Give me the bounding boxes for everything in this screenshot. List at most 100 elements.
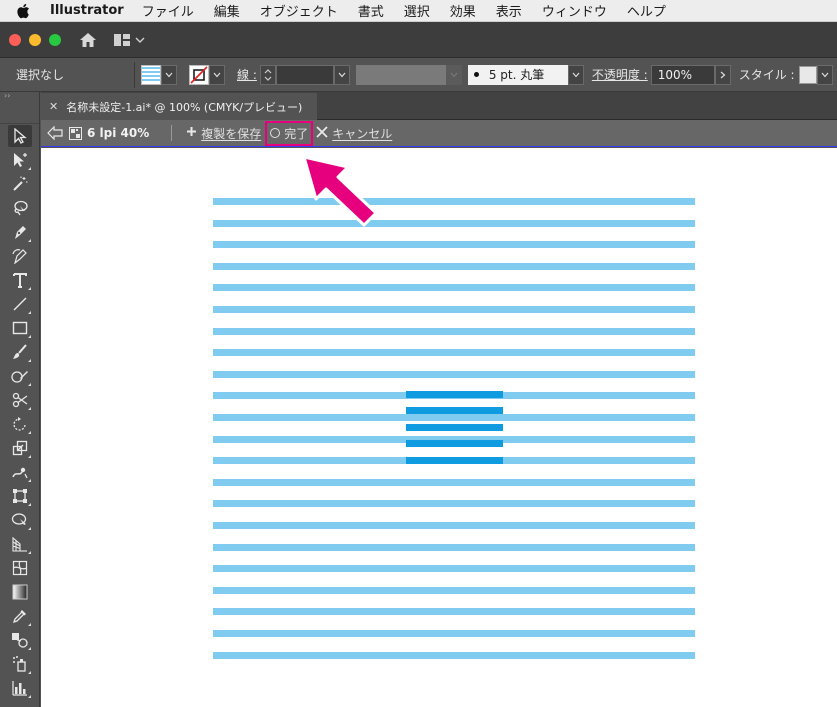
type-tool[interactable] xyxy=(8,269,32,291)
brush-dot-icon xyxy=(473,72,479,77)
menu-window[interactable]: ウィンドウ xyxy=(542,1,607,20)
eyedropper-tool[interactable] xyxy=(8,605,32,627)
app-menu-illustrator[interactable]: Illustrator xyxy=(50,3,124,18)
opacity-input[interactable]: 100% xyxy=(650,64,715,85)
curvature-tool[interactable] xyxy=(8,245,32,267)
apple-icon[interactable] xyxy=(16,3,36,19)
tool-group-indicator xyxy=(28,671,31,674)
stroke-dropdown-button[interactable] xyxy=(209,64,225,85)
minimize-window-button[interactable] xyxy=(29,33,41,46)
done-label: 完了 xyxy=(284,126,309,141)
close-icon xyxy=(316,125,328,141)
menu-file[interactable]: ファイル xyxy=(142,1,194,20)
chevron-down-icon xyxy=(213,72,221,77)
stroke-swatch[interactable] xyxy=(189,64,209,85)
menu-effect[interactable]: 効果 xyxy=(450,1,476,20)
graphic-style-swatch[interactable] xyxy=(798,65,817,84)
menu-edit[interactable]: 編集 xyxy=(214,1,240,20)
brush-dropdown[interactable] xyxy=(567,64,584,85)
line-segment-icon xyxy=(13,297,27,311)
tool-group-indicator xyxy=(28,407,31,410)
menu-help[interactable]: ヘルプ xyxy=(627,1,666,20)
menu-select[interactable]: 選択 xyxy=(404,1,430,20)
free-transform-tool[interactable] xyxy=(8,485,32,507)
tool-group-indicator xyxy=(28,335,31,338)
done-button[interactable]: 完了 xyxy=(265,120,314,146)
gradient-icon xyxy=(12,584,28,600)
menu-object[interactable]: オブジェクト xyxy=(260,1,338,20)
stroke-weight-label[interactable]: 線 : xyxy=(237,66,257,83)
column-graph-icon xyxy=(12,681,27,696)
symbol-sprayer-icon xyxy=(13,656,26,672)
pattern-stripe xyxy=(213,543,695,551)
rotate-tool[interactable] xyxy=(8,413,32,435)
column-graph-tool[interactable] xyxy=(8,677,32,699)
shaper-tool[interactable] xyxy=(8,365,32,387)
symbol-sprayer-tool[interactable] xyxy=(8,653,32,675)
magic-wand-icon xyxy=(13,176,28,191)
paintbrush-tool[interactable] xyxy=(8,341,32,363)
pattern-editing-bar: 6 lpi 40% 複製を保存 完了 キャンセル xyxy=(41,120,837,147)
fill-swatch[interactable] xyxy=(141,64,161,85)
chevron-down-icon xyxy=(135,37,145,43)
direct-selection-tool[interactable] xyxy=(8,149,32,171)
chevron-down-icon xyxy=(338,72,346,77)
stroke-weight-stepper[interactable] xyxy=(259,64,276,85)
line-segment-tool[interactable] xyxy=(8,293,32,315)
pattern-stripe xyxy=(213,565,695,573)
shaper-icon xyxy=(11,371,28,383)
pattern-swatch-icon xyxy=(69,126,82,140)
artboard-canvas[interactable] xyxy=(41,148,837,707)
pattern-stripe xyxy=(213,586,695,594)
variable-width-dropdown[interactable] xyxy=(445,64,462,85)
lasso-tool[interactable] xyxy=(8,197,32,219)
opacity-slider-button[interactable] xyxy=(714,64,731,85)
tool-group-indicator xyxy=(28,623,31,626)
close-window-button[interactable] xyxy=(9,33,21,46)
blend-tool[interactable] xyxy=(8,629,32,651)
close-tab-icon[interactable]: ✕ xyxy=(49,100,58,113)
selection-arrow-icon xyxy=(14,128,27,144)
perspective-grid-tool[interactable] xyxy=(8,533,32,555)
cancel-button[interactable]: キャンセル xyxy=(316,125,392,142)
brush-definition-field[interactable]: 5 pt. 丸筆 xyxy=(467,64,568,85)
rectangle-tool[interactable] xyxy=(8,317,32,339)
pattern-stripe xyxy=(213,370,695,378)
tool-group-indicator xyxy=(28,359,31,362)
selection-tool[interactable] xyxy=(8,125,32,147)
pattern-stripe xyxy=(213,262,695,270)
mesh-tool[interactable] xyxy=(8,557,32,579)
scale-tool[interactable] xyxy=(8,437,32,459)
stroke-weight-dropdown[interactable] xyxy=(333,64,350,85)
shape-builder-tool[interactable] xyxy=(8,509,32,531)
pattern-stripe xyxy=(213,630,695,637)
zoom-window-button[interactable] xyxy=(49,33,61,46)
fill-dropdown-button[interactable] xyxy=(161,64,177,85)
tool-group-indicator xyxy=(28,287,31,290)
graphic-style-dropdown[interactable] xyxy=(816,64,833,85)
tool-group-indicator xyxy=(28,311,31,314)
panel-grip-icon[interactable]: ›› xyxy=(0,92,39,100)
menu-type[interactable]: 書式 xyxy=(358,1,384,20)
opacity-label[interactable]: 不透明度 : xyxy=(592,66,648,83)
annotation-arrow-icon xyxy=(302,155,378,227)
scissors-tool[interactable] xyxy=(8,389,32,411)
pen-tool[interactable] xyxy=(8,221,32,243)
stroke-weight-input[interactable] xyxy=(275,64,334,85)
variable-width-profile[interactable] xyxy=(355,64,446,85)
back-arrow-icon[interactable] xyxy=(47,126,63,140)
home-icon[interactable] xyxy=(79,32,97,48)
pattern-tile-source[interactable] xyxy=(406,391,503,479)
menu-view[interactable]: 表示 xyxy=(496,1,522,20)
pattern-tile-stripe xyxy=(406,391,503,398)
document-tab[interactable]: ✕ 名称未設定-1.ai* @ 100% (CMYK/プレビュー) xyxy=(41,93,317,120)
tool-group-indicator xyxy=(28,647,31,650)
workspace-switcher[interactable] xyxy=(113,33,145,47)
gradient-tool[interactable] xyxy=(8,581,32,603)
panel-header xyxy=(0,100,39,124)
pattern-stripe xyxy=(213,306,695,313)
save-copy-button[interactable]: 複製を保存 xyxy=(186,125,261,142)
chevron-right-icon xyxy=(720,71,726,78)
magic-wand-tool[interactable] xyxy=(8,173,32,195)
puppet-warp-tool[interactable] xyxy=(8,461,32,483)
